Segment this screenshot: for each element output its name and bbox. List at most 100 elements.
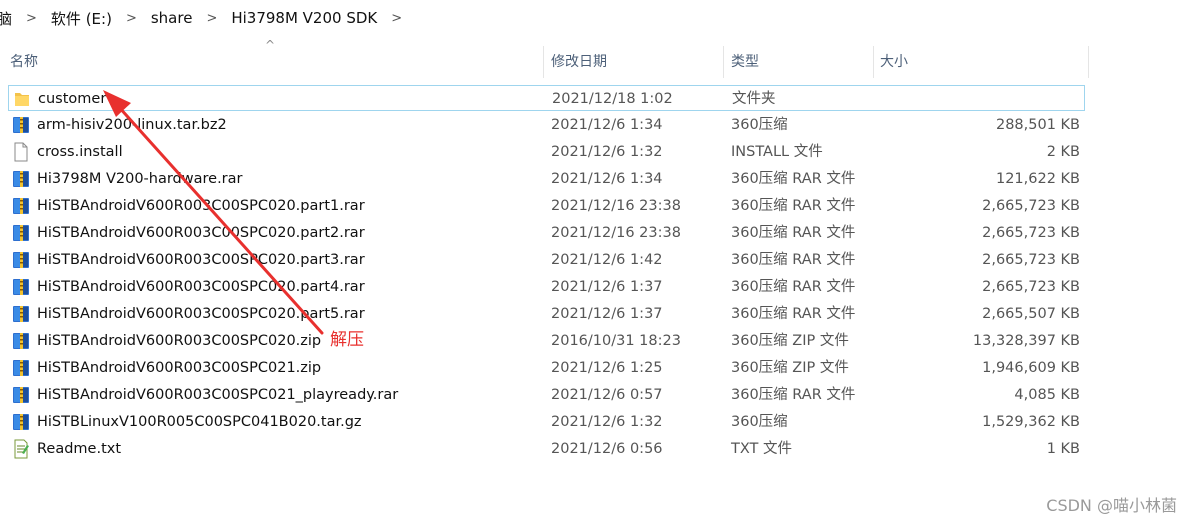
file-date: 2021/12/6 1:37 xyxy=(551,306,663,322)
column-header-date[interactable]: 修改日期 xyxy=(551,46,607,76)
file-date: 2021/12/6 0:57 xyxy=(551,387,663,403)
file-row[interactable]: HiSTBAndroidV600R003C00SPC020.part4.rar 2… xyxy=(8,274,1085,300)
archive-icon xyxy=(12,331,30,351)
file-type: 360压缩 RAR 文件 xyxy=(731,225,856,241)
file-row[interactable]: HiSTBAndroidV600R003C00SPC020.zip 2016/10… xyxy=(8,328,1085,354)
file-name: HiSTBAndroidV600R003C00SPC021_playready.… xyxy=(37,387,399,403)
breadcrumb-item-computer[interactable]: 脑 xyxy=(0,8,12,29)
column-header-size[interactable]: 大小 xyxy=(880,46,908,76)
archive-icon xyxy=(12,196,30,216)
file-date: 2021/12/18 1:02 xyxy=(552,91,673,107)
file-date: 2021/12/6 0:56 xyxy=(551,441,663,457)
file-type: 360压缩 RAR 文件 xyxy=(731,171,856,187)
column-divider[interactable] xyxy=(723,46,724,78)
file-type: INSTALL 文件 xyxy=(731,144,823,160)
file-name: Hi3798M V200-hardware.rar xyxy=(37,171,243,187)
file-date: 2021/12/6 1:37 xyxy=(551,279,663,295)
file-size: 2 KB xyxy=(1046,144,1080,160)
file-date: 2021/12/6 1:34 xyxy=(551,171,663,187)
file-name: HiSTBLinuxV100R005C00SPC041B020.tar.gz xyxy=(37,414,362,430)
file-type: TXT 文件 xyxy=(731,441,793,457)
file-date: 2021/12/16 23:38 xyxy=(551,225,681,241)
file-type: 360压缩 RAR 文件 xyxy=(731,306,856,322)
file-icon xyxy=(12,142,30,162)
file-size: 288,501 KB xyxy=(995,117,1080,133)
file-row[interactable]: HiSTBAndroidV600R003C00SPC020.part1.rar 2… xyxy=(8,193,1085,219)
column-divider[interactable] xyxy=(873,46,874,78)
archive-icon xyxy=(12,277,30,297)
archive-icon xyxy=(12,385,30,405)
file-row[interactable]: arm-hisiv200-linux.tar.bz2 2021/12/6 1:34… xyxy=(8,112,1085,138)
archive-icon xyxy=(12,412,30,432)
chevron-right-icon[interactable]: > xyxy=(206,11,217,26)
column-header: ^ 名称 修改日期 类型 大小 xyxy=(0,38,1195,84)
file-size: 2,665,723 KB xyxy=(982,252,1080,268)
archive-icon xyxy=(12,304,30,324)
file-type: 360压缩 xyxy=(731,117,788,133)
file-size: 1,529,362 KB xyxy=(982,414,1080,430)
text-file-icon xyxy=(12,439,30,459)
archive-icon xyxy=(12,358,30,378)
chevron-right-icon[interactable]: > xyxy=(391,11,402,26)
breadcrumb-item-sdk[interactable]: Hi3798M V200 SDK xyxy=(231,9,377,27)
file-name: Readme.txt xyxy=(37,441,122,457)
file-date: 2021/12/16 23:38 xyxy=(551,198,681,214)
file-row[interactable]: customer 2021/12/18 1:02 文件夹 xyxy=(8,85,1085,111)
file-type: 360压缩 RAR 文件 xyxy=(731,198,856,214)
chevron-right-icon[interactable]: > xyxy=(126,11,137,26)
breadcrumb: 脑 > 软件 (E:) > share > Hi3798M V200 SDK > xyxy=(0,0,1195,36)
file-type: 360压缩 ZIP 文件 xyxy=(731,360,849,376)
watermark: CSDN @喵小林菌 xyxy=(1046,496,1177,515)
file-name: customer xyxy=(38,91,107,107)
file-row[interactable]: Hi3798M V200-hardware.rar 2021/12/6 1:34 3… xyxy=(8,166,1085,192)
file-name: HiSTBAndroidV600R003C00SPC020.part5.rar xyxy=(37,306,365,322)
file-date: 2021/12/6 1:25 xyxy=(551,360,663,376)
file-row[interactable]: HiSTBAndroidV600R003C00SPC020.part3.rar 2… xyxy=(8,247,1085,273)
file-name: HiSTBAndroidV600R003C00SPC020.part1.rar xyxy=(37,198,365,214)
column-header-type[interactable]: 类型 xyxy=(731,46,759,76)
column-header-name[interactable]: 名称 xyxy=(10,46,38,76)
breadcrumb-item-share[interactable]: share xyxy=(151,9,193,27)
file-row[interactable]: HiSTBAndroidV600R003C00SPC021_playready.… xyxy=(8,382,1085,408)
archive-icon xyxy=(12,223,30,243)
file-size: 13,328,397 KB xyxy=(972,333,1080,349)
file-date: 2016/10/31 18:23 xyxy=(551,333,681,349)
file-type: 360压缩 RAR 文件 xyxy=(731,279,856,295)
column-divider[interactable] xyxy=(543,46,544,78)
file-size: 121,622 KB xyxy=(995,171,1080,187)
file-name: HiSTBAndroidV600R003C00SPC020.zip xyxy=(37,333,322,349)
file-date: 2021/12/6 1:42 xyxy=(551,252,663,268)
chevron-right-icon[interactable]: > xyxy=(26,11,37,26)
file-size: 2,665,723 KB xyxy=(982,198,1080,214)
file-row[interactable]: HiSTBAndroidV600R003C00SPC021.zip 2021/12… xyxy=(8,355,1085,381)
file-name: cross.install xyxy=(37,144,123,160)
file-type: 360压缩 RAR 文件 xyxy=(731,252,856,268)
archive-icon xyxy=(12,115,30,135)
file-date: 2021/12/6 1:32 xyxy=(551,144,663,160)
archive-icon xyxy=(12,250,30,270)
file-date: 2021/12/6 1:34 xyxy=(551,117,663,133)
file-type: 文件夹 xyxy=(732,91,776,107)
annotation-label: 解压 xyxy=(330,330,364,350)
sort-ascending-icon: ^ xyxy=(265,38,276,52)
file-name: HiSTBAndroidV600R003C00SPC020.part3.rar xyxy=(37,252,365,268)
file-name: arm-hisiv200-linux.tar.bz2 xyxy=(37,117,227,133)
file-size: 2,665,723 KB xyxy=(982,225,1080,241)
file-row[interactable]: HiSTBLinuxV100R005C00SPC041B020.tar.gz 20… xyxy=(8,409,1085,435)
file-size: 2,665,723 KB xyxy=(982,279,1080,295)
file-row[interactable]: cross.install 2021/12/6 1:32 INSTALL 文件 2 K… xyxy=(8,139,1085,165)
file-row[interactable]: HiSTBAndroidV600R003C00SPC020.part5.rar 2… xyxy=(8,301,1085,327)
file-name: HiSTBAndroidV600R003C00SPC020.part4.rar xyxy=(37,279,365,295)
file-size: 2,665,507 KB xyxy=(982,306,1080,322)
file-size: 1 KB xyxy=(1046,441,1080,457)
file-type: 360压缩 RAR 文件 xyxy=(731,387,856,403)
file-row[interactable]: HiSTBAndroidV600R003C00SPC020.part2.rar 2… xyxy=(8,220,1085,246)
file-date: 2021/12/6 1:32 xyxy=(551,414,663,430)
file-type: 360压缩 ZIP 文件 xyxy=(731,333,849,349)
column-divider[interactable] xyxy=(1088,46,1089,78)
folder-icon xyxy=(13,89,31,109)
breadcrumb-item-drive[interactable]: 软件 (E:) xyxy=(51,8,112,29)
file-name: HiSTBAndroidV600R003C00SPC020.part2.rar xyxy=(37,225,365,241)
file-row[interactable]: Readme.txt 2021/12/6 0:56 TXT 文件 1 KB xyxy=(8,436,1085,462)
file-name: HiSTBAndroidV600R003C00SPC021.zip xyxy=(37,360,322,376)
